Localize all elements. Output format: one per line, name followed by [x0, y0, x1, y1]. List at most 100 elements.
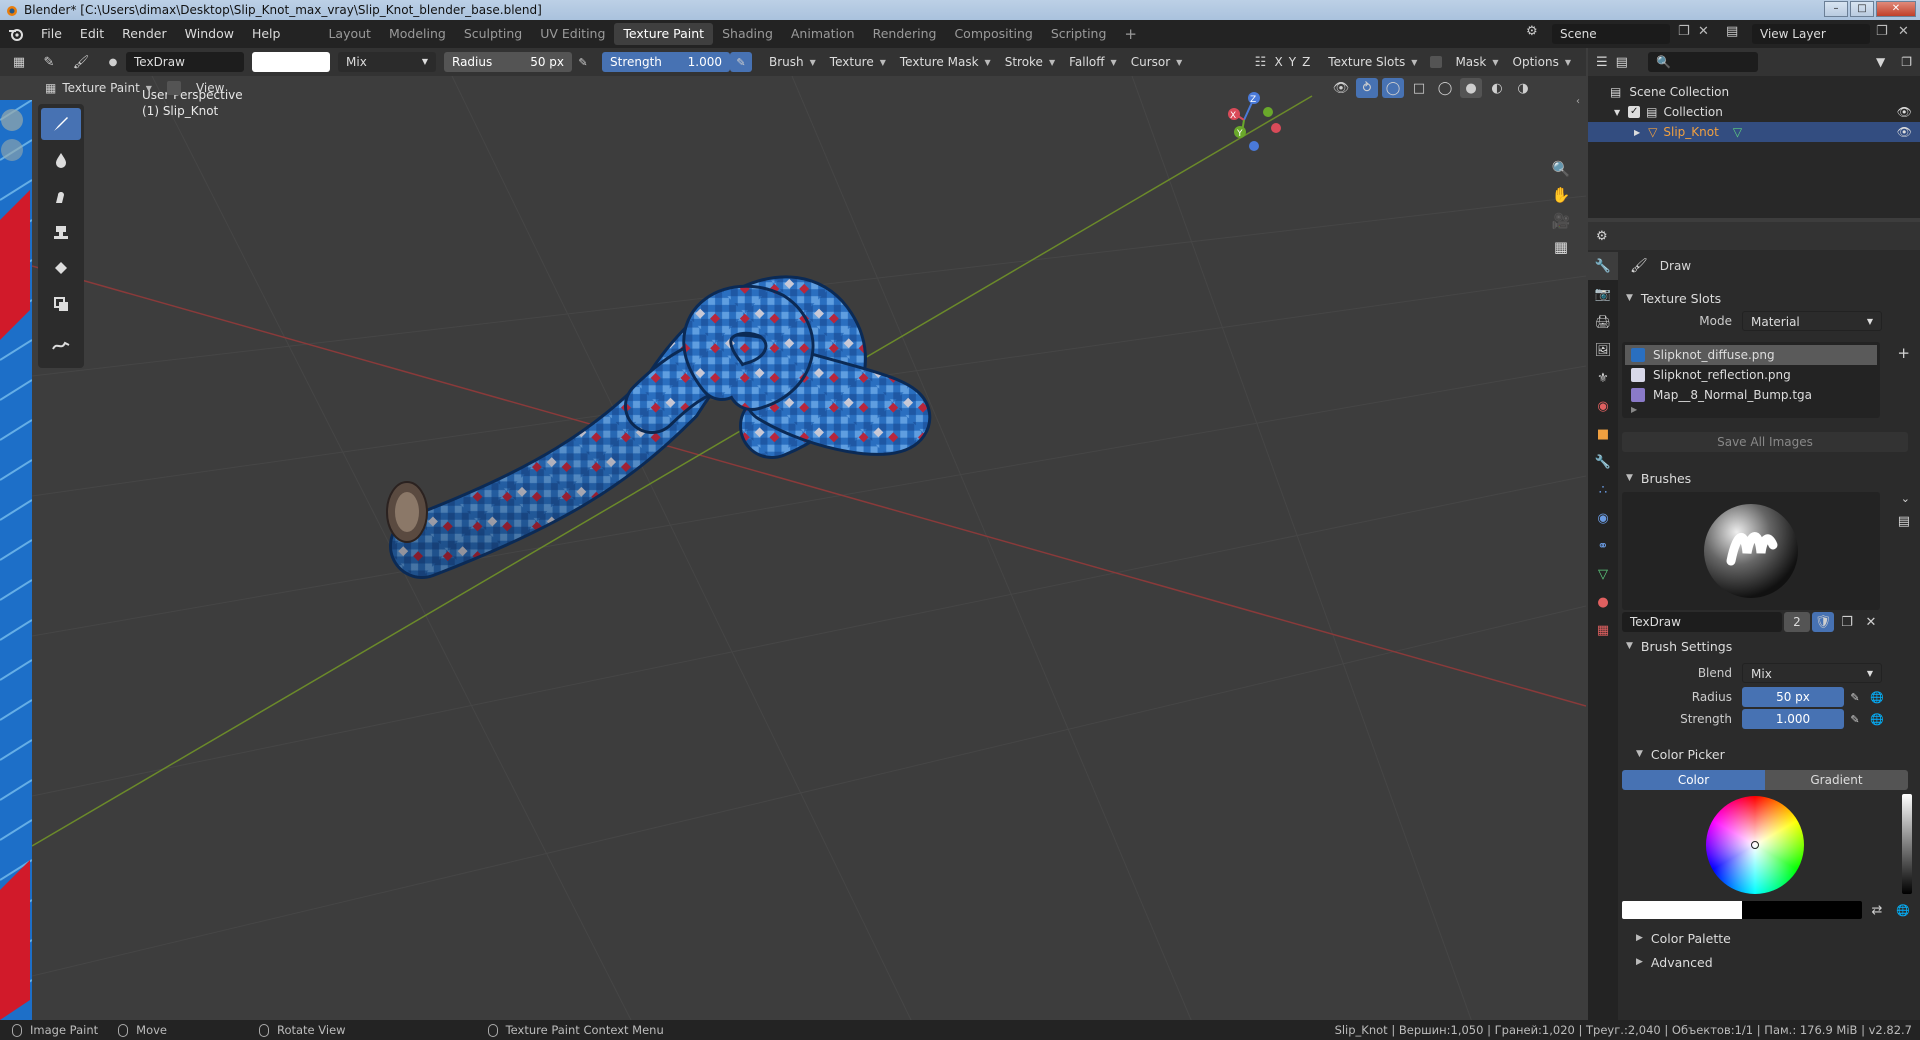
mode-dropdown-props[interactable]: Material ▼ [1742, 311, 1882, 331]
tab-shading[interactable]: Shading [713, 23, 782, 45]
options-menu[interactable]: Options ▼ [1506, 52, 1578, 72]
view-layer-tab-icon[interactable]: 🖼 [1588, 336, 1618, 364]
tab-layout[interactable]: Layout [319, 23, 380, 45]
gizmo-toggle-icon[interactable]: ⥁ [1356, 78, 1378, 98]
outliner-search-input[interactable]: 🔍 [1647, 52, 1758, 72]
navigation-gizmo[interactable]: Z X Y [1228, 92, 1281, 151]
scene-icon[interactable]: ⚙ [1526, 24, 1538, 39]
object-expand-icon[interactable]: ▶ [1634, 128, 1640, 137]
mesh-data-icon[interactable]: ▽ [1733, 125, 1742, 139]
view-menu[interactable]: View [189, 78, 231, 98]
tool-tab-icon[interactable]: 🔧 [1588, 252, 1618, 280]
annotate-tool-icon[interactable] [41, 328, 81, 360]
mode-dropdown[interactable]: ▦ Texture Paint ▼ [38, 78, 159, 98]
zoom-icon[interactable]: 🔍 [1548, 156, 1574, 182]
menu-render[interactable]: Render [113, 20, 176, 48]
mirror-z-toggle[interactable]: Z [1299, 52, 1313, 72]
smear-tool-icon[interactable] [41, 180, 81, 212]
minimize-button[interactable]: – [1824, 1, 1848, 17]
close-button[interactable]: ✕ [1876, 1, 1916, 17]
3d-viewport[interactable]: Z X Y User Perspective (1) Slip_Knot 🔍 ✋… [32, 76, 1586, 1022]
brush-preview[interactable] [1622, 492, 1880, 610]
tool-icon[interactable]: ✎ [38, 52, 60, 72]
ortho-grid-icon[interactable]: ▦ [1548, 234, 1574, 260]
new-collection-icon[interactable]: ❐ [1901, 55, 1912, 69]
radius-unified-icon[interactable]: 🌐 [1866, 687, 1888, 707]
advanced-header[interactable]: ▶ Advanced [1622, 950, 1914, 974]
render-tab-icon[interactable]: 📷 [1588, 280, 1618, 308]
visibility-icon[interactable]: 👁 [1330, 78, 1352, 98]
menu-help[interactable]: Help [243, 20, 290, 48]
editor-type-icon[interactable]: ▦ [0, 52, 38, 72]
radius-slider[interactable]: Radius 50 px [444, 52, 572, 72]
brush-settings-header[interactable]: ▼ Brush Settings [1622, 634, 1914, 658]
brush-icon[interactable]: 🖌 [70, 52, 92, 72]
cursor-menu[interactable]: Cursor ▼ [1124, 52, 1190, 72]
sidebar-toggle-icon[interactable]: ‹ [1576, 96, 1580, 107]
strength-pressure-icon[interactable]: ✎ [730, 52, 752, 72]
strength-unified-icon[interactable]: 🌐 [1866, 709, 1888, 729]
color-wheel[interactable] [1706, 796, 1804, 894]
mirror-x-toggle[interactable]: X [1271, 52, 1285, 72]
object-tab-icon[interactable]: ■ [1588, 420, 1618, 448]
tab-compositing[interactable]: Compositing [945, 23, 1041, 45]
delete-scene-icon[interactable]: ✕ [1698, 24, 1709, 39]
draw-tool-icon[interactable] [41, 108, 81, 140]
brush-color-swatch[interactable] [252, 52, 330, 72]
wireframe-shading-icon[interactable]: ◯ [1434, 78, 1456, 98]
filter-icon[interactable]: ▼ [1876, 55, 1885, 69]
texture-slots-header[interactable]: ▼ Texture Slots [1622, 286, 1914, 310]
gradient-tab[interactable]: Gradient [1765, 770, 1908, 790]
scene-selector[interactable]: Scene [1552, 24, 1670, 44]
radius-pressure-props-icon[interactable]: ✎ [1844, 687, 1866, 707]
brush-datablock-icon[interactable]: ● [102, 52, 124, 72]
falloff-menu[interactable]: Falloff ▼ [1062, 52, 1124, 72]
blend-mode-dropdown[interactable]: Mix ▼ [338, 52, 436, 72]
outliner-editor-icon[interactable]: ☰ [1596, 55, 1608, 70]
tab-animation[interactable]: Animation [782, 23, 864, 45]
world-tab-icon[interactable]: ◉ [1588, 392, 1618, 420]
collection-visibility-icon[interactable]: 👁 [1897, 105, 1912, 119]
pan-hand-icon[interactable]: ✋ [1548, 182, 1574, 208]
menu-window[interactable]: Window [176, 20, 243, 48]
texture-tab-icon[interactable]: ▦ [1588, 616, 1618, 644]
strength-pressure-props-icon[interactable]: ✎ [1844, 709, 1866, 729]
fill-tool-icon[interactable] [41, 252, 81, 284]
add-texture-slot-icon[interactable]: + [1897, 344, 1910, 362]
add-workspace-icon[interactable]: + [1115, 23, 1146, 45]
physics-tab-icon[interactable]: ◉ [1588, 504, 1618, 532]
material-shading-icon[interactable]: ◐ [1486, 78, 1508, 98]
modifier-tab-icon[interactable]: 🔧 [1588, 448, 1618, 476]
brush-name-field[interactable]: TexDraw [126, 52, 244, 72]
delete-view-layer-icon[interactable]: ✕ [1898, 24, 1909, 39]
value-slider[interactable] [1902, 794, 1912, 894]
tab-texture-paint[interactable]: Texture Paint [614, 23, 714, 45]
strength-props-slider[interactable]: 1.000 [1742, 709, 1844, 729]
data-tab-icon[interactable]: ▽ [1588, 560, 1618, 588]
radius-pressure-icon[interactable]: ✎ [572, 52, 594, 72]
paint-mask-toggle[interactable] [166, 81, 181, 95]
new-view-layer-icon[interactable]: ❐ [1876, 24, 1888, 39]
blend-dropdown-props[interactable]: Mix ▼ [1742, 663, 1882, 683]
color-unified-icon[interactable]: 🌐 [1892, 900, 1914, 920]
strength-slider[interactable]: Strength 1.000 [602, 52, 730, 72]
texture-mask-menu[interactable]: Texture Mask ▼ [893, 52, 998, 72]
outliner-scene-collection[interactable]: ▤ Scene Collection [1588, 82, 1920, 102]
new-scene-icon[interactable]: ❐ [1678, 24, 1690, 39]
view-layer-icon[interactable]: ▤ [1726, 24, 1738, 39]
collection-checkbox[interactable]: ✓ [1628, 106, 1641, 118]
object-visibility-icon[interactable]: 👁 [1897, 125, 1912, 139]
outliner-collection-row[interactable]: ▼ ✓ ▤ Collection 👁 [1588, 102, 1920, 122]
scene-tab-icon[interactable]: ⚜ [1588, 364, 1618, 392]
unlink-brush-icon[interactable]: ✕ [1860, 612, 1882, 632]
view-layer-selector[interactable]: View Layer [1752, 24, 1870, 44]
maximize-button[interactable]: □ [1850, 1, 1874, 17]
tab-sculpting[interactable]: Sculpting [455, 23, 531, 45]
outliner-object-row[interactable]: ▶ ▽ Slip_Knot ▽ 👁 [1588, 122, 1920, 142]
tab-rendering[interactable]: Rendering [864, 23, 946, 45]
swap-colors-icon[interactable]: ⇄ [1866, 900, 1888, 920]
color-tab[interactable]: Color [1622, 770, 1765, 790]
outliner-display-mode-icon[interactable]: ▤ [1616, 55, 1628, 70]
mask-tool-icon[interactable] [41, 288, 81, 320]
fake-user-shield-icon[interactable]: 🛡 [1812, 612, 1834, 632]
